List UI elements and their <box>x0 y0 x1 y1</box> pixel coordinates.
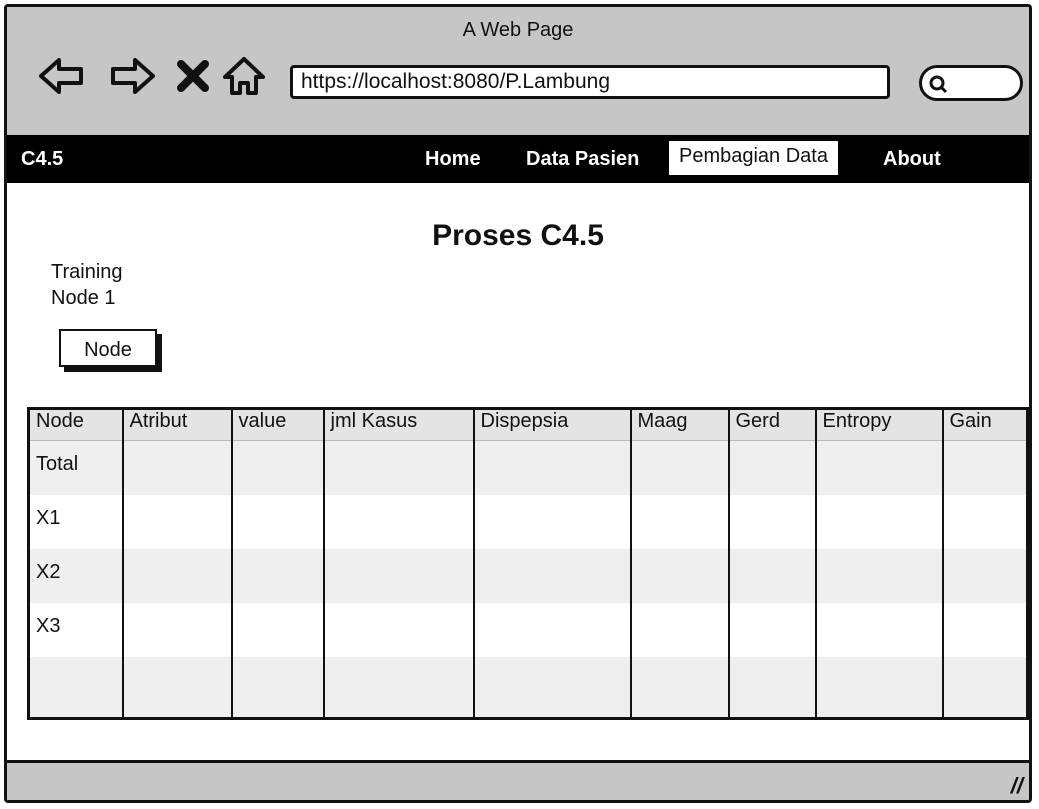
search-icon <box>929 75 948 94</box>
table-cell <box>814 440 944 495</box>
column-header: jml Kasus <box>322 408 475 441</box>
column-header: Atribut <box>121 408 233 441</box>
table-cell <box>472 440 632 495</box>
search-input[interactable] <box>919 65 1023 101</box>
table-row: X1 <box>27 494 1029 549</box>
table-cell <box>727 494 817 549</box>
table-row <box>27 656 1029 719</box>
table-cell <box>472 548 632 603</box>
table-cell <box>814 656 944 719</box>
table-row: X2 <box>27 548 1029 603</box>
table-cell <box>941 440 1029 495</box>
table-cell <box>941 656 1029 719</box>
column-header: Gain <box>941 408 1029 441</box>
browser-toolbar: A Web Page https://localhost:8080/P.Lamb… <box>7 7 1029 135</box>
table-cell <box>727 440 817 495</box>
column-header: Dispepsia <box>472 408 632 441</box>
c45-table: Node Atribut value jml Kasus Dispepsia M… <box>27 407 1029 720</box>
table-cell <box>472 602 632 657</box>
page-title: Proses C4.5 <box>432 219 604 252</box>
table-cell <box>230 440 325 495</box>
table-cell <box>629 440 730 495</box>
table-cell <box>727 656 817 719</box>
table-cell <box>629 494 730 549</box>
url-input[interactable]: https://localhost:8080/P.Lambung <box>290 65 890 99</box>
close-x-icon[interactable] <box>175 51 211 101</box>
column-header: Gerd <box>727 408 817 441</box>
table-cell <box>727 548 817 603</box>
table-cell <box>814 494 944 549</box>
table-cell <box>27 656 124 719</box>
table-cell <box>322 494 475 549</box>
training-label: Training <box>51 261 123 283</box>
table-cell <box>230 602 325 657</box>
home-icon[interactable] <box>221 51 267 101</box>
table-cell <box>941 548 1029 603</box>
nav-item-home[interactable]: Home <box>425 148 481 171</box>
browser-window: A Web Page https://localhost:8080/P.Lamb… <box>4 4 1032 803</box>
table-cell: X3 <box>27 602 124 657</box>
table-cell <box>230 494 325 549</box>
resize-grip-icon[interactable]: // <box>1011 773 1023 799</box>
table-cell <box>629 602 730 657</box>
table-cell <box>629 548 730 603</box>
table-cell <box>814 548 944 603</box>
table-cell: X2 <box>27 548 124 603</box>
table-cell <box>941 494 1029 549</box>
forward-arrow-icon[interactable] <box>107 51 157 101</box>
table-row: Total <box>27 440 1029 495</box>
table-header-row: Node Atribut value jml Kasus Dispepsia M… <box>27 408 1029 441</box>
brand-label[interactable]: C4.5 <box>21 148 63 171</box>
table-cell <box>472 656 632 719</box>
column-header: value <box>230 408 325 441</box>
column-header: Maag <box>629 408 730 441</box>
table-cell <box>230 548 325 603</box>
table-cell <box>121 548 233 603</box>
table-cell <box>121 656 233 719</box>
table-cell <box>322 602 475 657</box>
table-cell: Total <box>27 440 124 495</box>
table-cell <box>322 548 475 603</box>
column-header: Entropy <box>814 408 944 441</box>
table-cell <box>814 602 944 657</box>
table-row: X3 <box>27 602 1029 657</box>
nav-item-about[interactable]: About <box>883 148 941 171</box>
back-arrow-icon[interactable] <box>37 51 87 101</box>
table-cell <box>472 494 632 549</box>
table-cell <box>121 494 233 549</box>
table-cell <box>322 656 475 719</box>
table-cell <box>941 602 1029 657</box>
table-cell: X1 <box>27 494 124 549</box>
table-cell <box>322 440 475 495</box>
status-bar: // <box>7 760 1029 800</box>
table-cell <box>629 656 730 719</box>
table-cell <box>727 602 817 657</box>
node-button[interactable]: Node <box>59 329 157 367</box>
nav-item-data-pasien[interactable]: Data Pasien <box>526 148 639 171</box>
nav-item-pembagian-data[interactable]: Pembagian Data <box>669 141 838 175</box>
table-cell <box>121 602 233 657</box>
top-navbar: C4.5 Home Data Pasien Pembagian Data Abo… <box>7 135 1029 183</box>
window-title: A Web Page <box>462 19 574 41</box>
node-number-label: Node 1 <box>51 287 116 309</box>
table-cell <box>230 656 325 719</box>
column-header: Node <box>27 408 124 441</box>
table-cell <box>121 440 233 495</box>
